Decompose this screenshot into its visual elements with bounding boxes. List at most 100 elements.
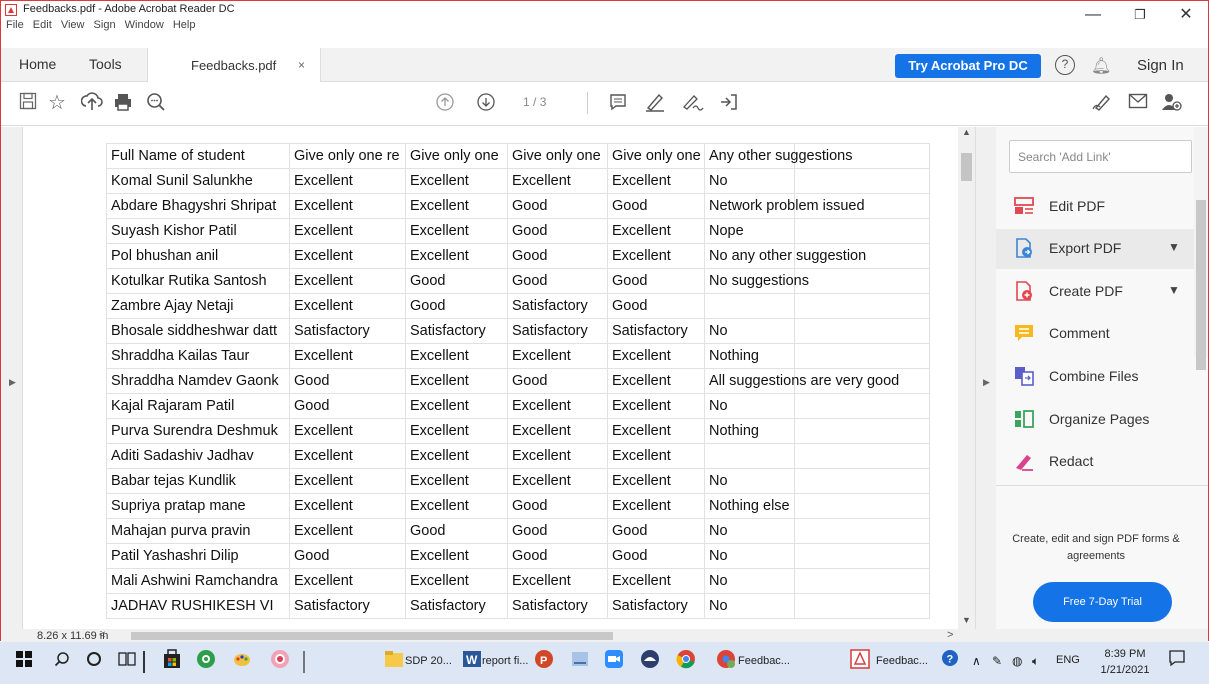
chevron-down-icon[interactable]: ▼ (1168, 283, 1180, 297)
acrobat-taskbar-icon[interactable] (846, 649, 874, 677)
store-app-icon[interactable] (158, 649, 186, 677)
sign-in-link[interactable]: Sign In (1137, 57, 1184, 74)
media-app-icon[interactable] (636, 649, 664, 677)
table-cell (794, 268, 930, 294)
table-cell: Mali Ashwini Ramchandra (106, 568, 290, 594)
paint-app-icon[interactable] (228, 649, 256, 677)
try-acrobat-pro-button[interactable]: Try Acrobat Pro DC (895, 54, 1041, 78)
expand-left-arrow-icon[interactable]: ▶ (9, 377, 16, 388)
notifications-icon[interactable] (1163, 649, 1191, 677)
next-page-icon[interactable] (476, 92, 496, 117)
table-cell: Excellent (405, 468, 508, 494)
menu-view[interactable]: View (61, 19, 85, 31)
tools-pane-scroll-thumb[interactable] (1196, 200, 1206, 370)
tool-export-pdf[interactable]: Export PDF ▼ (996, 229, 1196, 269)
bookmark-star-icon[interactable]: ☆ (48, 92, 66, 114)
scroll-right-arrow-icon[interactable]: > (947, 629, 953, 641)
cortana-icon[interactable] (80, 649, 108, 677)
tools-search-input[interactable]: Search 'Add Link' (1009, 140, 1192, 173)
document-vertical-scrollbar[interactable]: ▲ ▼ (958, 127, 975, 629)
table-cell: All suggestions are very good (704, 368, 899, 394)
chevron-down-icon[interactable]: ▼ (1168, 240, 1180, 254)
tab-bar: Home Tools Feedbacks.pdf × Try Acrobat P… (1, 48, 1208, 82)
volume-tray-icon[interactable]: 🔈︎ (1032, 654, 1039, 669)
taskbar-item-label[interactable]: report fi... (482, 655, 528, 667)
help-tray-icon[interactable]: ? (936, 649, 964, 677)
scroll-thumb[interactable] (961, 153, 972, 181)
taskbar-item-label[interactable]: Feedbac... (738, 655, 790, 667)
search-icon[interactable] (48, 649, 76, 677)
language-indicator[interactable]: ENG (1056, 654, 1080, 666)
upload-cloud-icon[interactable] (80, 92, 103, 117)
tool-redact[interactable]: Redact (996, 442, 1196, 482)
minimize-button[interactable]: — (1070, 0, 1116, 30)
scroll-left-arrow-icon[interactable]: < (99, 629, 105, 641)
tool-edit-pdf[interactable]: Edit PDF (996, 187, 1196, 227)
network-tray-icon[interactable]: ◍ (1012, 654, 1022, 668)
free-trial-button[interactable]: Free 7-Day Trial (1033, 582, 1172, 622)
file-explorer-icon[interactable] (380, 649, 408, 677)
table-cell: Bhosale siddheshwar datt (106, 318, 290, 344)
close-tab-icon[interactable]: × (298, 58, 305, 72)
comment-icon[interactable] (608, 92, 628, 117)
task-view-icon[interactable] (113, 649, 141, 677)
print-icon[interactable] (113, 92, 133, 117)
menu-edit[interactable]: Edit (33, 19, 52, 31)
table-header-cell: Give only one (507, 143, 608, 169)
tools-pane: Search 'Add Link' Edit PDF Export PDF ▼ … (996, 127, 1208, 629)
menu-file[interactable]: File (6, 19, 24, 31)
table-cell: Aditi Sadashiv Jadhav (106, 443, 290, 469)
highlight-pen-icon[interactable] (644, 92, 666, 117)
share-hand-icon[interactable] (717, 92, 739, 117)
tab-tools[interactable]: Tools (89, 56, 122, 72)
restore-button[interactable]: ❐ (1117, 0, 1163, 30)
help-icon[interactable]: ? (1055, 55, 1075, 75)
sign-pen-icon[interactable] (681, 92, 705, 117)
taskbar-item-label[interactable]: SDP 20... (405, 655, 452, 667)
add-user-icon[interactable] (1161, 92, 1183, 117)
table-header-cell: Give only one re (289, 143, 406, 169)
scroll-up-arrow-icon[interactable]: ▲ (962, 127, 971, 137)
menu-sign[interactable]: Sign (94, 19, 116, 31)
scroll-down-arrow-icon[interactable]: ▼ (962, 615, 971, 625)
page-current-input[interactable]: 1 (523, 95, 530, 109)
collapse-right-arrow-icon[interactable]: ▶ (983, 377, 990, 388)
left-panel-toggle[interactable]: ▶ (1, 127, 23, 629)
page-indicator[interactable]: 1 / 3 (523, 95, 546, 109)
app-icon[interactable] (566, 649, 594, 677)
save-icon[interactable] (19, 92, 37, 115)
tool-comment[interactable]: Comment (996, 314, 1196, 354)
tools-pane-scrollbar[interactable] (1194, 127, 1208, 370)
windows-start-icon[interactable] (10, 649, 38, 677)
tab-home[interactable]: Home (19, 56, 56, 72)
tray-overflow-chevron-icon[interactable]: ∧ (972, 654, 981, 668)
green-app-icon[interactable] (192, 649, 220, 677)
close-window-button[interactable]: ✕ (1163, 0, 1209, 30)
chrome-profile-icon[interactable] (712, 649, 740, 677)
email-icon[interactable] (1128, 92, 1148, 114)
tab-document[interactable]: Feedbacks.pdf × (147, 48, 321, 82)
table-row: Kajal Rajaram Patil Good Excellent Excellen… (106, 393, 930, 419)
zoom-app-icon[interactable] (600, 649, 628, 677)
system-clock[interactable]: 8:39 PM 1/21/2021 (1100, 646, 1150, 678)
tool-combine-files[interactable]: Combine Files (996, 357, 1196, 397)
tool-create-pdf[interactable]: Create PDF ▼ (996, 272, 1196, 312)
tool-organize-pages[interactable]: Organize Pages (996, 400, 1196, 440)
pen-tray-icon[interactable]: ✎ (992, 654, 1002, 668)
photo-app-icon[interactable] (266, 649, 294, 677)
menu-window[interactable]: Window (125, 19, 164, 31)
link-pen-icon[interactable] (1091, 92, 1113, 117)
chrome-icon[interactable] (672, 649, 700, 677)
previous-page-icon[interactable] (435, 92, 455, 117)
notifications-bell-icon[interactable]: 🔔︎ (1091, 56, 1111, 76)
table-cell: Excellent (289, 243, 406, 269)
zoom-search-icon[interactable] (146, 92, 166, 117)
table-cell (794, 393, 930, 419)
document-viewport[interactable]: Full Name of student Give only one re Give… (23, 127, 958, 629)
menu-help[interactable]: Help (173, 19, 196, 31)
powerpoint-app-icon[interactable]: P (530, 649, 558, 677)
horizontal-scroll-thumb[interactable] (131, 632, 613, 640)
right-pane-toggle[interactable]: ▶ (975, 127, 996, 629)
table-row: Aditi Sadashiv Jadhav Excellent Excellent E… (106, 443, 930, 469)
taskbar-item-label[interactable]: Feedbac... (876, 655, 928, 667)
